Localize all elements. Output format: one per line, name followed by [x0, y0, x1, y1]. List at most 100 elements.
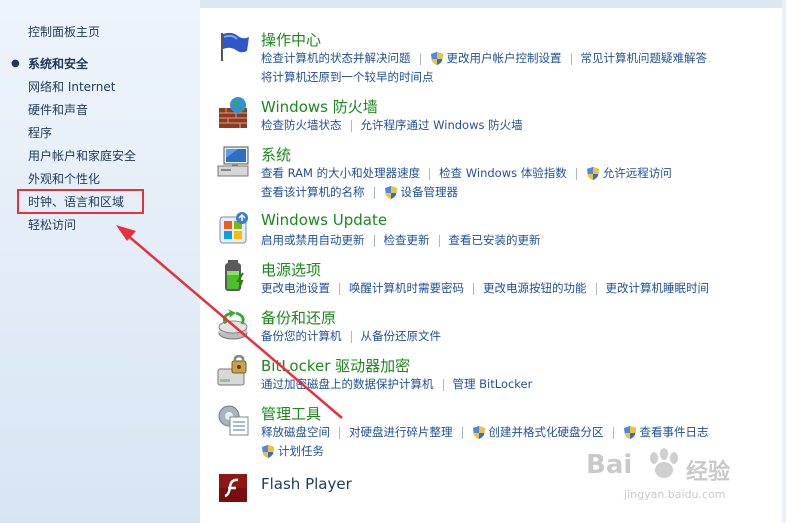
task-link[interactable]: 检查更新 [384, 231, 430, 250]
link-separator [429, 168, 431, 180]
uac-shield-icon [384, 185, 398, 200]
sidebar-item-user-accounts[interactable]: 用户帐户和家庭安全 [28, 147, 136, 170]
task-link[interactable]: 设备管理器 [401, 183, 459, 202]
task-link[interactable]: 通过加密磁盘上的数据保护计算机 [261, 375, 434, 394]
category-title[interactable]: Windows 防火墙 [261, 96, 378, 117]
uac-shield-icon [586, 166, 600, 181]
task-link[interactable]: 启用或禁用自动更新 [261, 231, 365, 250]
category-title[interactable]: 系统 [261, 144, 291, 165]
sidebar-item-label: 系统和安全 [28, 57, 89, 71]
task-link[interactable]: 更改电源按钮的功能 [483, 279, 587, 298]
task-link[interactable]: 将计算机还原到一个较早的时间点 [261, 68, 434, 87]
task-links-row: 查看 RAM 的大小和处理器速度 检查 Windows 体验指数 允许远程访问 [261, 164, 781, 183]
uac-shield-icon [430, 51, 444, 66]
task-links-row: 启用或禁用自动更新 检查更新 查看已安装的更新 [261, 231, 781, 250]
link-separator [575, 168, 577, 180]
active-bullet-icon: ● [11, 58, 20, 69]
watermark-url: jingyan.baidu.com [624, 488, 726, 501]
task-link[interactable]: 更改计算机睡眠时间 [606, 279, 710, 298]
task-links: 更改电池设置 唤醒计算机时需要密码 更改电源按钮的功能 更改计算机睡眠时间 [261, 279, 781, 298]
task-link[interactable]: 查看事件日志 [640, 423, 709, 442]
task-links-row: 释放磁盘空间 对硬盘进行碎片整理 创建并格式化硬盘分区 查看事件日志 [261, 423, 781, 442]
task-links: 查看 RAM 的大小和处理器速度 检查 Windows 体验指数 允许远程访问 查看该… [261, 164, 781, 202]
annotation-highlight-box [17, 189, 144, 214]
task-link[interactable]: 检查 Windows 体验指数 [439, 164, 567, 183]
firewall-icon[interactable] [216, 96, 250, 130]
task-link[interactable]: 查看已安装的更新 [449, 231, 541, 250]
task-link[interactable]: 查看 RAM 的大小和处理器速度 [261, 164, 420, 183]
control-panel-home-link[interactable]: 控制面板主页 [28, 23, 100, 40]
sidebar-item-hardware-sound[interactable]: 硬件和声音 [28, 101, 136, 124]
task-link[interactable]: 对硬盘进行碎片整理 [349, 423, 453, 442]
flag-icon[interactable] [216, 29, 250, 63]
task-link[interactable]: 允许远程访问 [603, 164, 672, 183]
task-links: 检查计算机的状态并解决问题 更改用户帐户控制设置 常见计算机问题疑难解答将计算机还原… [261, 49, 781, 87]
task-link[interactable]: 常见计算机问题疑难解答 [581, 49, 708, 68]
sidebar-item-network[interactable]: 网络和 Internet [28, 78, 136, 101]
link-separator [339, 283, 340, 295]
task-links-row: 查看该计算机的名称 设备管理器 [261, 183, 781, 202]
task-link[interactable]: 检查计算机的状态并解决问题 [261, 49, 411, 68]
category-title[interactable]: 管理工具 [261, 403, 321, 424]
task-links-row: 备份您的计算机 从备份还原文件 [261, 327, 781, 346]
sidebar-item-ease-of-access[interactable]: 轻松访问 [28, 216, 136, 239]
task-link[interactable]: 更改用户帐户控制设置 [447, 49, 562, 68]
task-link[interactable]: 从备份还原文件 [361, 327, 442, 346]
task-link[interactable]: 更改电池设置 [261, 279, 330, 298]
category-title[interactable]: BitLocker 驱动器加密 [261, 355, 410, 376]
task-link[interactable]: 释放磁盘空间 [261, 423, 330, 442]
link-separator [438, 235, 440, 247]
task-link[interactable]: 管理 BitLocker [453, 375, 533, 394]
link-separator [350, 120, 352, 132]
bitlocker-icon[interactable] [216, 354, 250, 389]
category-title[interactable]: 电源选项 [261, 259, 321, 280]
link-separator [473, 283, 474, 295]
task-link[interactable]: 计划任务 [278, 442, 324, 461]
admin-tools-icon[interactable] [216, 403, 250, 437]
link-separator [461, 427, 463, 439]
task-links: 备份您的计算机 从备份还原文件 [261, 327, 781, 346]
sidebar-item-system-security[interactable]: ● 系统和安全 [11, 55, 136, 78]
task-links: 检查防火墙状态 允许程序通过 Windows 防火墙 [261, 116, 781, 135]
category-title[interactable]: 操作中心 [261, 29, 321, 50]
task-links-row: 检查计算机的状态并解决问题 更改用户帐户控制设置 常见计算机问题疑难解答 [261, 49, 781, 68]
task-links-row: 将计算机还原到一个较早的时间点 [261, 68, 781, 87]
link-separator [612, 427, 614, 439]
task-links-row: 检查防火墙状态 允许程序通过 Windows 防火墙 [261, 116, 781, 135]
window-right-edge [782, 0, 786, 523]
task-links: 通过加密磁盘上的数据保护计算机 管理 BitLocker [261, 375, 781, 394]
task-links-row: 通过加密磁盘上的数据保护计算机 管理 BitLocker [261, 375, 781, 394]
baidu-watermark: Bai 经验 jingyan.baidu.com [576, 448, 756, 508]
link-separator [339, 427, 340, 439]
task-link[interactable]: 允许程序通过 Windows 防火墙 [361, 116, 523, 135]
flash-player-icon[interactable] [216, 471, 250, 505]
task-link[interactable]: 查看该计算机的名称 [261, 183, 365, 202]
backup-icon[interactable] [216, 307, 250, 341]
category-title[interactable]: Flash Player [261, 475, 352, 493]
task-link[interactable]: 检查防火墙状态 [261, 116, 342, 135]
sidebar-item-programs[interactable]: 程序 [28, 124, 136, 147]
link-separator [595, 283, 597, 295]
uac-shield-icon [472, 425, 486, 440]
windows-update-icon[interactable] [216, 211, 250, 245]
task-link[interactable]: 唤醒计算机时需要密码 [349, 279, 464, 298]
watermark-brand2: 经验 [686, 460, 731, 485]
link-separator [419, 53, 421, 65]
watermark-brand: Bai [586, 450, 633, 480]
main-panel: 操作中心 检查计算机的状态并解决问题 更改用户帐户控制设置 常见计算机问题疑难解答将计… [200, 8, 786, 523]
task-links: 启用或禁用自动更新 检查更新 查看已安装的更新 [261, 231, 781, 250]
uac-shield-icon [623, 425, 637, 440]
category-title[interactable]: 备份和还原 [261, 307, 336, 328]
battery-icon[interactable] [216, 259, 250, 293]
task-links-row: 更改电池设置 唤醒计算机时需要密码 更改电源按钮的功能 更改计算机睡眠时间 [261, 279, 781, 298]
category-title[interactable]: Windows Update [261, 211, 387, 229]
uac-shield-icon [261, 444, 275, 459]
link-separator [570, 53, 572, 65]
link-separator [350, 331, 352, 343]
task-link[interactable]: 备份您的计算机 [261, 327, 342, 346]
task-link[interactable]: 创建并格式化硬盘分区 [489, 423, 604, 442]
link-separator [373, 187, 375, 199]
computer-icon[interactable] [216, 144, 250, 178]
link-separator [373, 235, 375, 247]
sidebar: 控制面板主页 ● 系统和安全 网络和 Internet 硬件和声音 程序 用户帐… [0, 0, 200, 523]
